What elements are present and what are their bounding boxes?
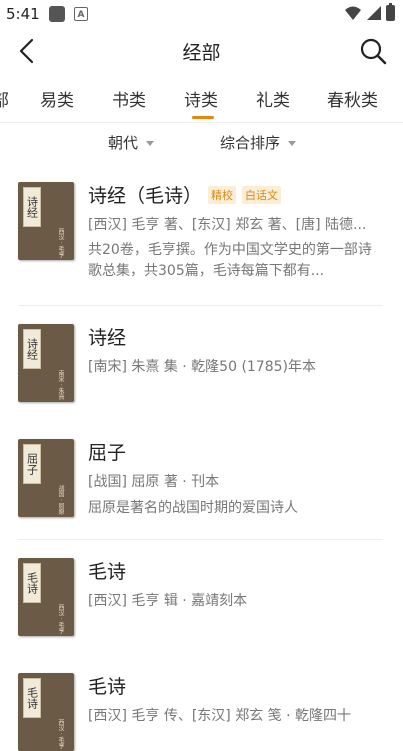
status-time: 5:41 [6, 5, 40, 23]
book-title-row: 屈子 [88, 438, 126, 465]
cover-title: 毛诗 [23, 678, 41, 718]
active-tab-indicator [192, 116, 214, 119]
cover-subtitle: 西汉 · 毛亨 [57, 604, 64, 634]
cover-title: 诗经 [23, 329, 41, 369]
status-bar: 5:41 A [0, 0, 403, 28]
caret-down-icon [146, 141, 155, 146]
book-title-row: 诗经（毛诗） 精校 白话文 [88, 181, 282, 208]
book-desc: 屈原是著名的战国时期的爱国诗人 [88, 500, 298, 516]
book-title: 诗经（毛诗） [88, 185, 203, 207]
tab-shu[interactable]: 书类 [112, 86, 146, 111]
book-meta: [战国] 屈原 著 · 刊本 [88, 474, 220, 490]
app-notification-icon: A [74, 7, 88, 21]
dynasty-filter-label: 朝代 [108, 134, 139, 152]
book-title-row: 诗经 [88, 323, 126, 350]
divider [18, 539, 383, 540]
cover-subtitle: 西汉 · 毛亨 [57, 719, 64, 749]
book-cover: 毛诗 西汉 · 毛亨 [18, 673, 74, 751]
tab-partial[interactable]: 部 [0, 86, 9, 111]
book-desc: 共20卷，毛亨撰。作为中国文学史的第一部诗歌总集，共305篇，毛诗每篇下都有..… [88, 242, 372, 279]
nav-bar: 经部 [0, 28, 403, 74]
book-meta: [西汉] 毛亨 传、[东汉] 郑玄 笺 · 乾隆四十 [88, 708, 351, 724]
sort-filter-label: 综合排序 [220, 134, 281, 152]
book-title: 诗经 [88, 327, 127, 349]
book-cover: 诗经 南宋 · 朱熹 [18, 324, 74, 402]
tab-shi[interactable]: 诗类 [184, 86, 218, 111]
badge-vernacular: 白话文 [242, 185, 282, 204]
category-tabs: 部 易类 书类 诗类 礼类 春秋类 [0, 78, 403, 123]
cover-subtitle: 战国 · 屈原 [57, 485, 64, 515]
book-cover: 诗经 西汉 · 毛亨 [18, 182, 74, 260]
cover-title: 毛诗 [23, 563, 41, 603]
back-icon[interactable] [14, 37, 42, 65]
book-title: 毛诗 [88, 676, 127, 698]
tab-yi[interactable]: 易类 [40, 86, 74, 111]
battery-icon [386, 3, 395, 21]
book-cover: 屈子 战国 · 屈原 [18, 439, 74, 517]
book-meta: [西汉] 毛亨 著、[东汉] 郑玄 著、[唐] 陆德... [88, 217, 367, 233]
sort-filter[interactable]: 综合排序 [220, 132, 297, 153]
badge-proofread: 精校 [208, 185, 237, 204]
book-cover: 毛诗 西汉 · 毛亨 [18, 558, 74, 636]
filter-bar: 朝代 综合排序 [0, 122, 403, 162]
book-meta: [南宋] 朱熹 集 · 乾隆50 (1785)年本 [88, 359, 316, 375]
notification-icon [49, 6, 65, 22]
tab-li[interactable]: 礼类 [256, 86, 290, 111]
wifi-icon [345, 6, 361, 20]
dynasty-filter[interactable]: 朝代 [108, 132, 155, 153]
divider [18, 305, 383, 306]
status-right [344, 3, 395, 21]
cover-title: 诗经 [23, 187, 41, 227]
signal-icon [367, 6, 381, 20]
book-title: 屈子 [88, 442, 127, 464]
book-title-row: 毛诗 [88, 557, 126, 584]
book-meta: [西汉] 毛亨 辑 · 嘉靖刻本 [88, 593, 248, 609]
page-title: 经部 [182, 42, 221, 64]
caret-down-icon [288, 141, 297, 146]
cover-subtitle: 西汉 · 毛亨 [57, 228, 64, 258]
book-title-row: 毛诗 [88, 672, 126, 699]
book-title: 毛诗 [88, 561, 127, 583]
cover-subtitle: 南宋 · 朱熹 [57, 370, 64, 400]
cover-title: 屈子 [23, 444, 41, 484]
tab-chunqiu[interactable]: 春秋类 [327, 86, 378, 111]
search-icon[interactable] [359, 37, 387, 65]
